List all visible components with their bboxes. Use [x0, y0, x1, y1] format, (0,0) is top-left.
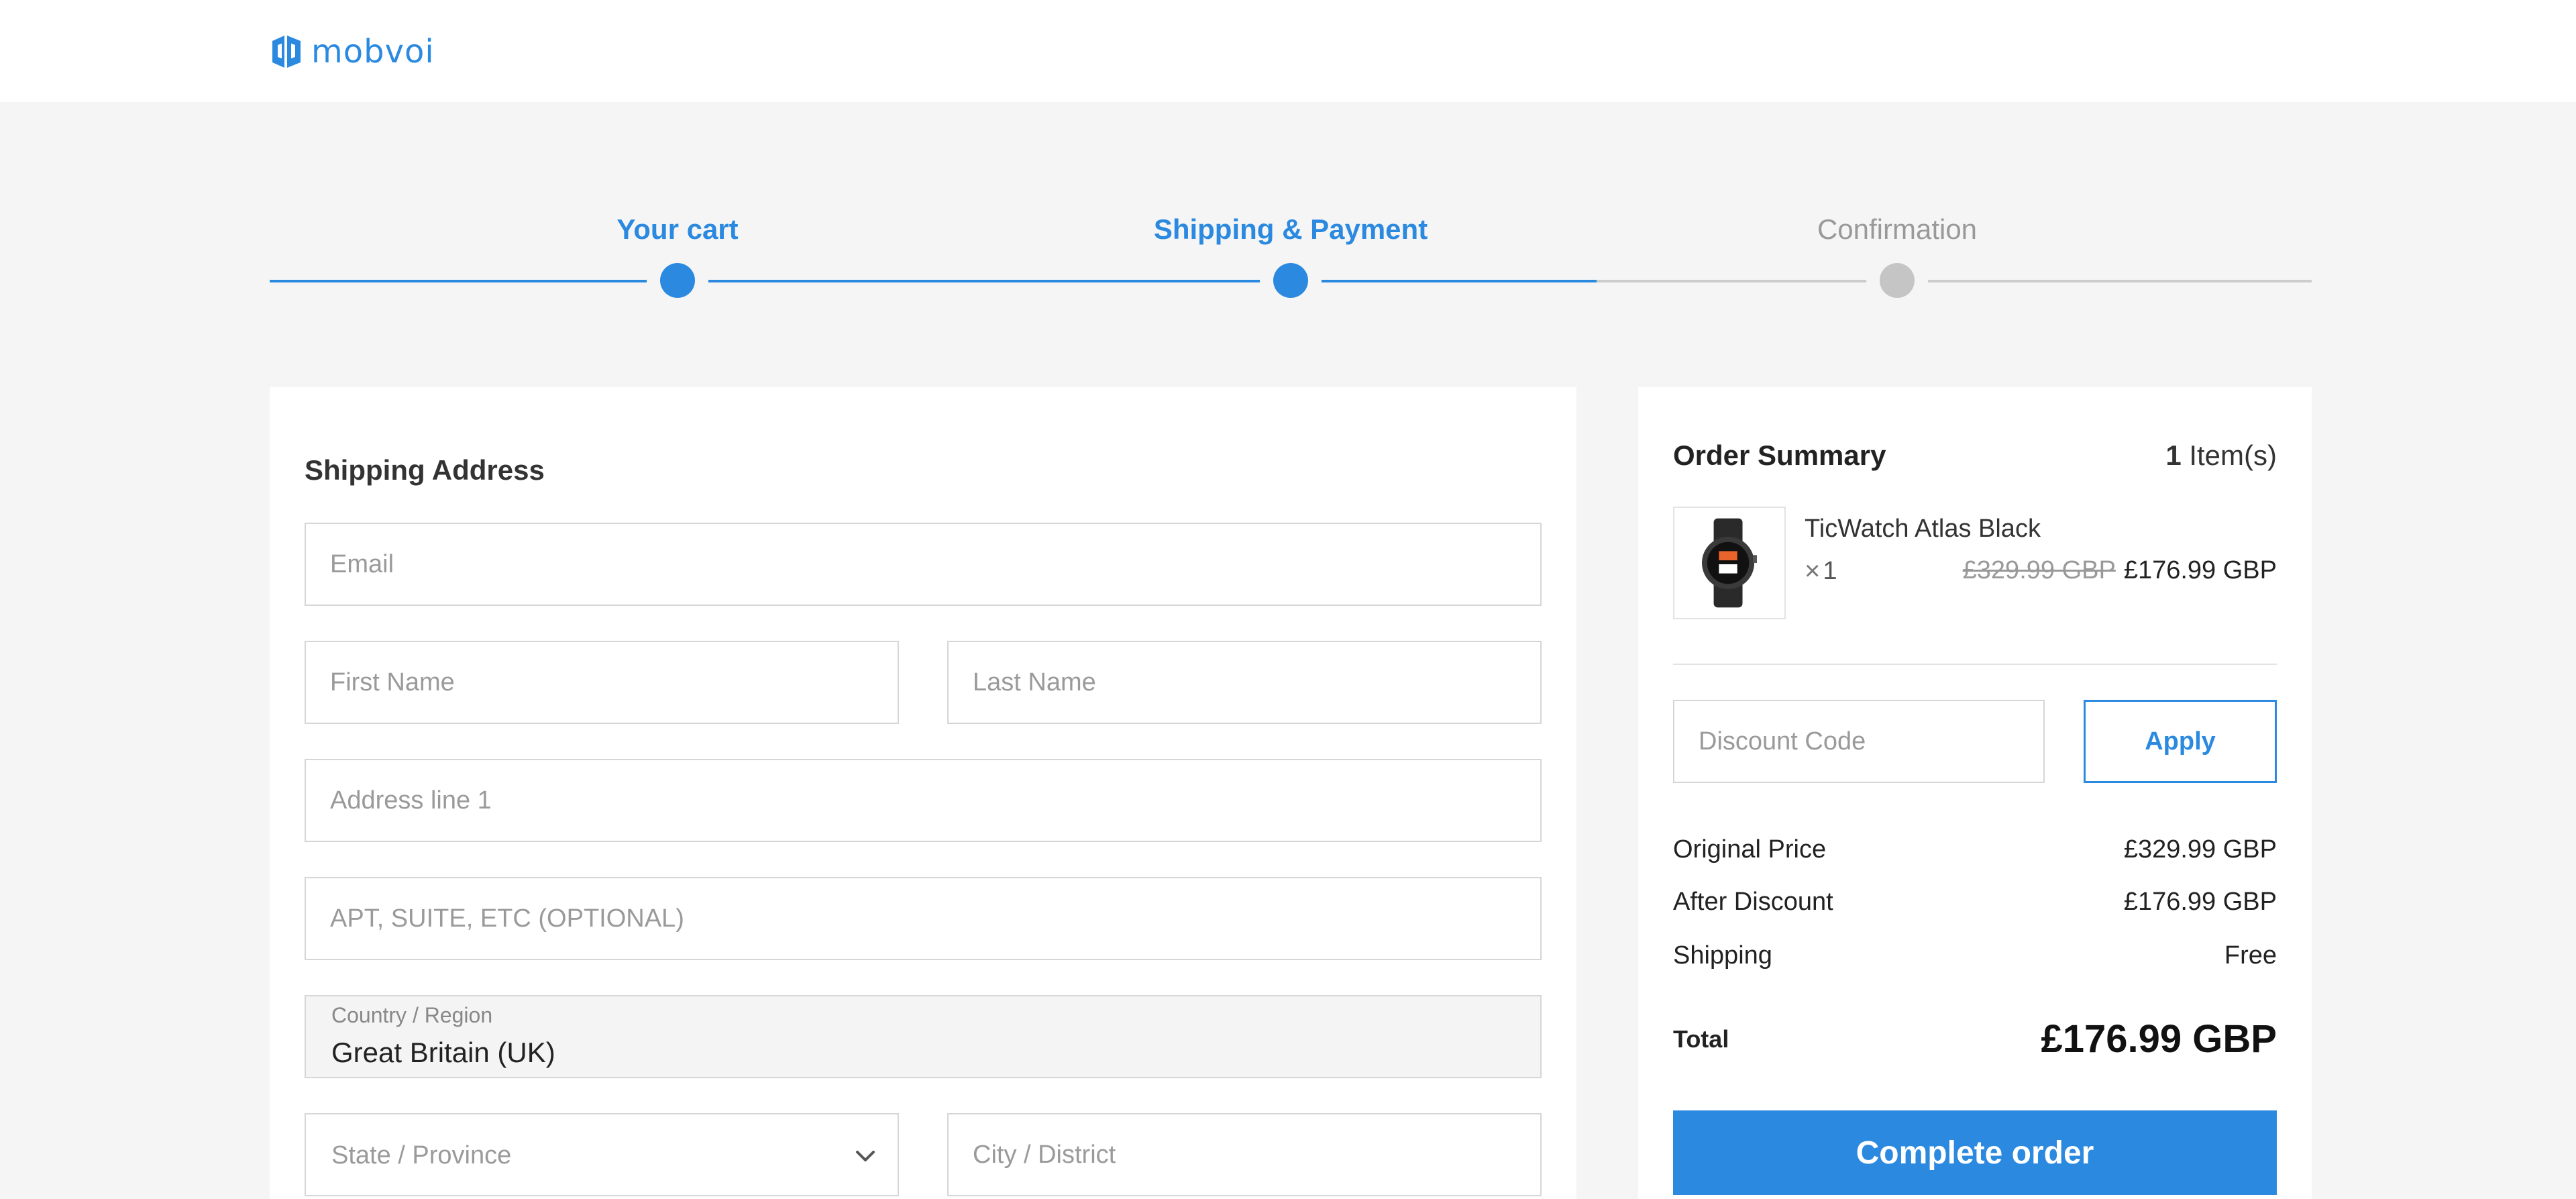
- first-name-input[interactable]: [306, 642, 898, 723]
- original-price-row: Original Price £329.99 GBP: [1673, 835, 2277, 864]
- order-summary-panel: Order Summary 1 Item(s) TicWatch Atlas B…: [1638, 387, 2312, 1199]
- product-sale-price: £176.99 GBP: [2123, 556, 2277, 584]
- product-quantity-value: 1: [1823, 557, 1837, 585]
- product-thumbnail: [1673, 507, 1786, 619]
- mobvoi-logo[interactable]: mobvoi: [270, 31, 435, 72]
- state-province-select[interactable]: State / Province: [305, 1113, 899, 1196]
- apply-discount-button[interactable]: Apply: [2084, 700, 2277, 783]
- shipping-label: Shipping: [1673, 941, 1772, 970]
- order-summary-title: Order Summary: [1673, 439, 1886, 471]
- city-district-field: [947, 1113, 1542, 1196]
- after-discount-label: After Discount: [1673, 888, 1833, 916]
- after-discount-value: £176.99 GBP: [2123, 888, 2277, 916]
- product-prices: £329.99 GBP £176.99 GBP: [1963, 556, 2277, 585]
- original-price-value: £329.99 GBP: [2123, 835, 2277, 864]
- product-quantity: × 1: [1805, 556, 1837, 586]
- step-shipping-payment-label: Shipping & Payment: [1153, 213, 1428, 245]
- step-confirmation-dot: [1880, 263, 1915, 298]
- progress-line-complete: [270, 280, 1597, 282]
- checkout-progress: Your cart Shipping & Payment Confirmatio…: [270, 201, 2312, 309]
- multiply-icon: ×: [1805, 556, 1821, 586]
- shipping-address-panel: Shipping Address Country / Region Great …: [270, 387, 1576, 1199]
- email-field: [305, 523, 1542, 606]
- site-header: mobvoi: [0, 0, 2576, 102]
- chevron-down-icon: [856, 1151, 875, 1161]
- total-value: £176.99 GBP: [2041, 1017, 2277, 1061]
- original-price-label: Original Price: [1673, 835, 1827, 864]
- step-your-cart-dot: [660, 263, 695, 298]
- address-line2-field: [305, 877, 1542, 960]
- logo-text: mobvoi: [311, 33, 435, 70]
- state-province-placeholder: State / Province: [331, 1141, 512, 1169]
- discount-code-field: [1673, 700, 2045, 783]
- item-count-suffix: Item(s): [2181, 439, 2277, 471]
- total-row: Total £176.99 GBP: [1673, 1016, 2277, 1061]
- progress-line-remaining: [1597, 280, 2312, 282]
- first-name-field: [305, 641, 899, 724]
- product-original-price: £329.99 GBP: [1962, 556, 2116, 584]
- step-your-cart-label[interactable]: Your cart: [616, 213, 738, 246]
- mobvoi-logo-icon: [272, 36, 301, 68]
- step-confirmation-label: Confirmation: [1817, 213, 1978, 245]
- discount-code-input[interactable]: [1674, 701, 2043, 782]
- address-line1-field: [305, 759, 1542, 842]
- country-region-value: Great Britain (UK): [331, 1037, 555, 1068]
- product-name: TicWatch Atlas Black: [1805, 515, 2041, 543]
- item-count: 1 Item(s): [2165, 439, 2277, 472]
- item-count-number: 1: [2165, 439, 2182, 471]
- address-line2-input[interactable]: [306, 878, 1540, 959]
- total-label: Total: [1673, 1025, 1729, 1053]
- complete-order-button[interactable]: Complete order: [1673, 1110, 2277, 1195]
- after-discount-row: After Discount £176.99 GBP: [1673, 888, 2277, 917]
- country-region-label: Country / Region: [331, 1003, 493, 1027]
- address-line1-input[interactable]: [306, 760, 1540, 841]
- summary-divider: [1673, 664, 2277, 665]
- step-shipping-payment-dot: [1273, 263, 1308, 298]
- email-input[interactable]: [306, 524, 1540, 605]
- shipping-row: Shipping Free: [1673, 941, 2277, 970]
- country-region-select[interactable]: Country / Region Great Britain (UK): [305, 995, 1542, 1078]
- last-name-field: [947, 641, 1542, 724]
- shipping-address-title: Shipping Address: [305, 454, 545, 486]
- last-name-input[interactable]: [949, 642, 1540, 723]
- city-district-input[interactable]: [949, 1114, 1540, 1195]
- shipping-value: Free: [2224, 941, 2277, 970]
- smartwatch-image-icon: [1702, 518, 1757, 608]
